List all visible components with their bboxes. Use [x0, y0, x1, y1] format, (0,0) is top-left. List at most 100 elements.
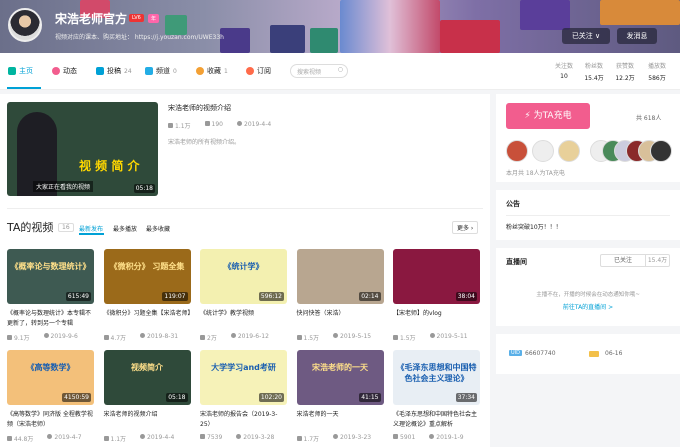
username: 宋浩老师官方: [55, 12, 128, 26]
video-thumbnail[interactable]: 视频简介 05:18: [103, 350, 191, 405]
video-title[interactable]: 快问快答（宋浩）: [297, 309, 385, 319]
video-thumbnail[interactable]: 《统计学》 596:12: [200, 249, 287, 304]
thumb-text: 《微积分》 习题全集: [109, 262, 185, 271]
tab-count: 0: [173, 67, 177, 75]
video-title[interactable]: 《高等数学》同济版 全程教学视频（宋浩老师）: [7, 410, 95, 430]
featured-title[interactable]: 宋浩老师的视频介绍: [168, 103, 231, 113]
plays-value: 9.1万: [14, 335, 30, 342]
video-icon: [96, 67, 104, 75]
clock-icon: [429, 434, 435, 439]
stat-label: 关注数: [554, 63, 573, 70]
play-icon: [393, 335, 398, 340]
featured-thumbnail[interactable]: 视 频 简 介 大家正在看我的视频 05:18: [7, 102, 158, 196]
duration: 38:04: [455, 292, 477, 301]
clock-icon: [429, 333, 435, 338]
video-thumbnail[interactable]: 《概率论与数理统计》 615:49: [7, 249, 94, 304]
charge-button[interactable]: ⚡ 为TA充电: [506, 103, 590, 129]
sort-latest[interactable]: 最新发布: [79, 224, 103, 233]
video-title[interactable]: 《毛泽东思想和中国特色社会主义理论概论》重点解析: [393, 410, 481, 430]
live-title: 直播间: [506, 258, 527, 266]
video-title[interactable]: 宋浩老师的视频介绍: [104, 410, 192, 420]
clock-icon: [140, 333, 146, 338]
video-thumbnail[interactable]: 《微积分》 习题全集 119:07: [103, 249, 191, 304]
featured-desc: 宋浩老师的所有视频介绍。: [168, 139, 241, 146]
search-icon[interactable]: ○: [338, 66, 343, 73]
stat-following[interactable]: 关注数 10: [549, 61, 579, 80]
video-title[interactable]: 《概率论与数理统计》本专辑不更新了，转到另一个专辑: [7, 309, 95, 329]
charger-avatar[interactable]: [506, 140, 528, 162]
charger-avatar[interactable]: [558, 140, 580, 162]
follow-button[interactable]: 已关注 ∨: [562, 28, 610, 44]
charge-panel: ⚡ 为TA充电 共 618人 本月共 18人为TA充电: [496, 94, 680, 182]
play-icon: [393, 434, 398, 439]
video-title[interactable]: 宋浩老师的一天: [297, 410, 385, 420]
video-thumbnail[interactable]: 《毛泽东思想和中国特色社会主义理论》 37:34: [393, 350, 480, 405]
video-thumbnail[interactable]: 宋浩老师的一天 41:15: [296, 350, 384, 405]
fans-count: 15.4万: [645, 255, 669, 266]
thumb-text: 《统计学》: [223, 262, 264, 271]
tab-favorites[interactable]: 收藏 1: [196, 66, 228, 76]
tab-channels[interactable]: 频道 0: [145, 66, 177, 76]
clock-icon: [237, 121, 242, 126]
plays-value: 7539: [207, 434, 223, 441]
plays: 44.8万: [7, 434, 33, 443]
tab-label: 动态: [63, 67, 77, 75]
tab-uploads[interactable]: 投稿 24: [96, 66, 132, 76]
tab-dynamic[interactable]: 动态: [52, 66, 77, 76]
tab-label: 主页: [19, 67, 33, 75]
video-thumbnail[interactable]: 02:14: [296, 249, 384, 304]
more-label: 更多: [457, 225, 470, 232]
video-thumbnail[interactable]: 大学学习and考研 102:20: [200, 350, 287, 405]
tab-subscriptions[interactable]: 订阅: [246, 66, 271, 76]
tab-count: 1: [224, 67, 228, 75]
duration: 615:49: [65, 292, 91, 301]
date-value: 2019-9-6: [50, 333, 78, 340]
charger-avatar[interactable]: [532, 140, 554, 162]
duration: 05:18: [133, 184, 155, 193]
message-button[interactable]: 发消息: [617, 28, 657, 44]
video-stats: 9.1万 2019-9-6: [7, 333, 97, 342]
stat-fans[interactable]: 粉丝数 15.4万: [579, 61, 609, 82]
birthday-icon: [589, 351, 599, 357]
thumb-text: 视 频 简 介: [79, 159, 140, 173]
stat-value: 586万: [648, 75, 666, 82]
plays: 4.7万: [103, 333, 126, 342]
thumb-text: [297, 249, 384, 261]
plays: 1.1万: [103, 434, 127, 443]
video-stats: 4.7万 2019-8-31: [103, 333, 194, 342]
video-title[interactable]: 《统计学》教学视频: [200, 309, 288, 319]
video-title[interactable]: 《微积分》习题全集【宋浩老师】: [104, 309, 194, 319]
charger-avatar[interactable]: [650, 140, 672, 162]
search-input[interactable]: 搜索视频 ○: [290, 64, 348, 78]
avatar[interactable]: [8, 8, 42, 42]
video-title[interactable]: 宋浩老师的报告会（2019-3-25）: [200, 410, 288, 430]
stat-value: 15.4万: [584, 75, 604, 82]
plays-value: 1.7万: [303, 436, 320, 443]
thumb-text: 大学学习and考研: [211, 363, 276, 372]
thumb-text: 视频简介: [131, 363, 163, 372]
danmaku-value: 190: [211, 121, 223, 128]
duration: 119:07: [162, 292, 188, 301]
live-room-link[interactable]: 前往TA的直播间 >: [496, 302, 680, 311]
video-title[interactable]: 【宋老师】的vlog: [393, 309, 481, 319]
date: 2019-8-31: [140, 333, 178, 342]
more-button[interactable]: 更多 ›: [452, 221, 479, 234]
play-icon: [103, 436, 109, 441]
follow-label: 已关注: [613, 257, 632, 264]
tab-home[interactable]: 主页: [8, 66, 33, 76]
plays-value: 2万: [207, 335, 217, 342]
date-value: 2019-4-4: [147, 434, 175, 441]
sort-plays[interactable]: 最多播放: [113, 224, 137, 233]
video-stats: 7539 2019-3-28: [200, 434, 290, 441]
plays: 9.1万: [7, 333, 30, 342]
live-follow-button[interactable]: 已关注 15.4万: [600, 254, 670, 267]
stat-plays: 播放数 586万: [642, 61, 672, 82]
sort-favorites[interactable]: 最多收藏: [146, 224, 170, 233]
thumb-text: 《高等数学》: [26, 363, 75, 372]
video-thumbnail[interactable]: 《高等数学》 4150:59: [7, 350, 94, 405]
thumb-caption: 大家正在看我的视频: [33, 181, 94, 192]
duration: 02:14: [359, 292, 381, 301]
plays-value: 1.1万: [110, 436, 127, 443]
date-value: 2019-3-23: [340, 434, 372, 441]
video-thumbnail[interactable]: 38:04: [393, 249, 480, 304]
